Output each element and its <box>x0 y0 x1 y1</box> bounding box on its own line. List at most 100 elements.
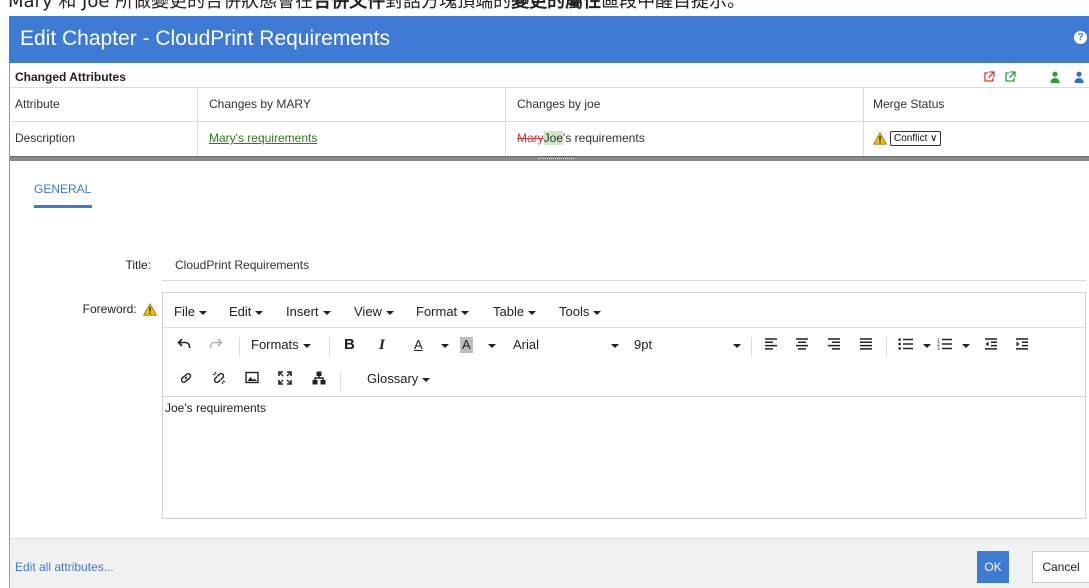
caption-mid: 對話方塊頂端的 <box>385 0 512 12</box>
text-color-button[interactable]: A <box>414 337 423 353</box>
caret-down-icon <box>611 343 619 348</box>
image-icon[interactable] <box>245 371 259 388</box>
undo-icon[interactable] <box>177 336 191 354</box>
table-row: Description Mary's requirements MaryJoe'… <box>10 121 1089 156</box>
cancel-button[interactable]: Cancel <box>1032 551 1089 583</box>
font-family-select[interactable]: Arial <box>513 337 539 353</box>
splitter-grip-icon[interactable] <box>538 158 574 160</box>
font-family-dropdown[interactable] <box>607 337 619 353</box>
editor-toolbar-row-2: Glossary <box>163 363 1085 397</box>
mary-change-cell: Mary's requirements <box>198 122 506 156</box>
help-icon[interactable]: ? <box>1074 31 1087 44</box>
menu-table-label: Table <box>493 304 525 319</box>
caption-prefix: Mary 和 Joe 所做變更的合併狀態會在 <box>8 0 314 12</box>
font-size-select[interactable]: 9pt <box>634 337 652 353</box>
column-header-mary: Changes by MARY <box>198 88 506 122</box>
align-justify-icon[interactable] <box>859 338 873 354</box>
changed-attributes-header: Changed Attributes <box>10 67 1089 87</box>
mary-change-link[interactable]: Mary's requirements <box>209 131 317 145</box>
editor-menubar: File Edit Insert View Format Table Tools <box>163 293 1085 328</box>
toolbar-separator <box>239 337 240 357</box>
ok-button[interactable]: OK <box>977 551 1009 583</box>
dialog-footer: Edit all attributes... OK Cancel <box>10 538 1089 588</box>
doc-caption: Mary 和 Joe 所做變更的合併狀態會在合併文件對話方塊頂端的變更的屬性區段… <box>0 0 1089 16</box>
indent-icon[interactable] <box>1015 338 1029 354</box>
column-header-joe: Changes by joe <box>506 88 864 122</box>
user-blue-icon[interactable] <box>1074 69 1084 83</box>
menu-edit[interactable]: Edit <box>229 304 264 319</box>
bullet-list-icon[interactable] <box>898 338 913 354</box>
merge-status-cell: Conflict ∨ <box>864 122 1089 156</box>
glossary-dropdown[interactable]: Glossary <box>367 371 431 387</box>
tab-general-underline <box>34 205 92 208</box>
svg-text:3: 3 <box>937 346 940 350</box>
redo-icon[interactable] <box>209 336 223 354</box>
text-color-dropdown[interactable] <box>437 337 449 353</box>
chevron-down-icon: ∨ <box>930 133 938 145</box>
foreword-label: Foreword: <box>82 302 137 316</box>
menu-view[interactable]: View <box>354 304 394 319</box>
menu-table[interactable]: Table <box>493 304 537 319</box>
title-field[interactable]: CloudPrint Requirements <box>175 258 309 272</box>
attribute-name: Description <box>10 122 198 156</box>
panel-splitter[interactable] <box>10 156 1089 161</box>
edit-all-attributes-link[interactable]: Edit all attributes... <box>15 560 114 574</box>
bold-button[interactable]: B <box>344 337 355 353</box>
column-header-merge-status: Merge Status <box>873 97 945 111</box>
caret-down-icon <box>923 343 931 348</box>
align-left-icon[interactable] <box>764 338 778 354</box>
numbered-list-icon[interactable]: 123 <box>937 338 952 354</box>
menu-insert[interactable]: Insert <box>286 304 331 319</box>
toolbar-separator <box>751 337 752 357</box>
user-green-icon[interactable] <box>1050 69 1060 83</box>
table-header-row: Attribute Changes by MARY Changes by joe… <box>10 87 1089 122</box>
formats-dropdown[interactable]: Formats <box>251 337 311 353</box>
caret-down-icon <box>422 377 431 382</box>
foreword-editor: File Edit Insert View Format Table Tools… <box>162 292 1086 519</box>
foreword-warning-icon <box>143 303 157 316</box>
unlink-icon[interactable] <box>212 371 226 389</box>
fullscreen-icon[interactable] <box>278 371 292 389</box>
merge-status-select[interactable]: Conflict ∨ <box>890 131 942 147</box>
caret-down-icon <box>302 343 311 348</box>
hierarchy-icon[interactable] <box>312 371 326 389</box>
toolbar-separator <box>886 337 887 357</box>
numbered-list-dropdown[interactable] <box>958 337 970 353</box>
menu-format[interactable]: Format <box>416 304 470 319</box>
editor-content[interactable]: Joe's requirements <box>165 401 266 415</box>
caption-suffix: 區段中醒目提示。 <box>601 0 746 12</box>
menu-tools[interactable]: Tools <box>559 304 602 319</box>
text-color-label: A <box>414 337 423 352</box>
link-icon[interactable] <box>179 371 193 389</box>
open-external-green-icon[interactable] <box>1004 69 1016 83</box>
warning-icon <box>873 132 887 145</box>
doc-caption-text: Mary 和 Joe 所做變更的合併狀態會在合併文件對話方塊頂端的變更的屬性區段… <box>8 0 745 13</box>
menu-edit-label: Edit <box>229 304 252 319</box>
changed-attributes-title: Changed Attributes <box>15 70 126 84</box>
menu-insert-label: Insert <box>286 304 319 319</box>
font-size-dropdown[interactable] <box>729 337 741 353</box>
menu-view-label: View <box>354 304 382 319</box>
bullet-list-dropdown[interactable] <box>919 337 931 353</box>
caret-down-icon <box>488 343 496 348</box>
title-field-underline <box>162 280 1086 281</box>
menu-file[interactable]: File <box>174 304 207 319</box>
toolbar-separator <box>329 337 330 357</box>
background-color-button[interactable]: A <box>460 337 473 353</box>
caret-down-icon <box>733 343 741 348</box>
glossary-label: Glossary <box>367 371 419 386</box>
caret-down-icon <box>528 310 537 315</box>
align-center-icon[interactable] <box>795 338 809 354</box>
open-external-red-icon[interactable] <box>983 69 995 83</box>
caret-down-icon <box>461 310 470 315</box>
menu-tools-label: Tools <box>559 304 590 319</box>
outdent-icon[interactable] <box>984 338 998 354</box>
background-color-dropdown[interactable] <box>484 337 496 353</box>
italic-button[interactable]: I <box>379 337 385 353</box>
caret-down-icon <box>322 310 331 315</box>
joe-change-cell: MaryJoe's requirements <box>506 122 864 156</box>
tab-general[interactable]: GENERAL <box>34 182 91 196</box>
dialog-titlebar: Edit Chapter - CloudPrint Requirements ? <box>9 16 1089 63</box>
align-right-icon[interactable] <box>827 338 841 354</box>
caption-bold-1: 合併文件 <box>313 0 386 12</box>
